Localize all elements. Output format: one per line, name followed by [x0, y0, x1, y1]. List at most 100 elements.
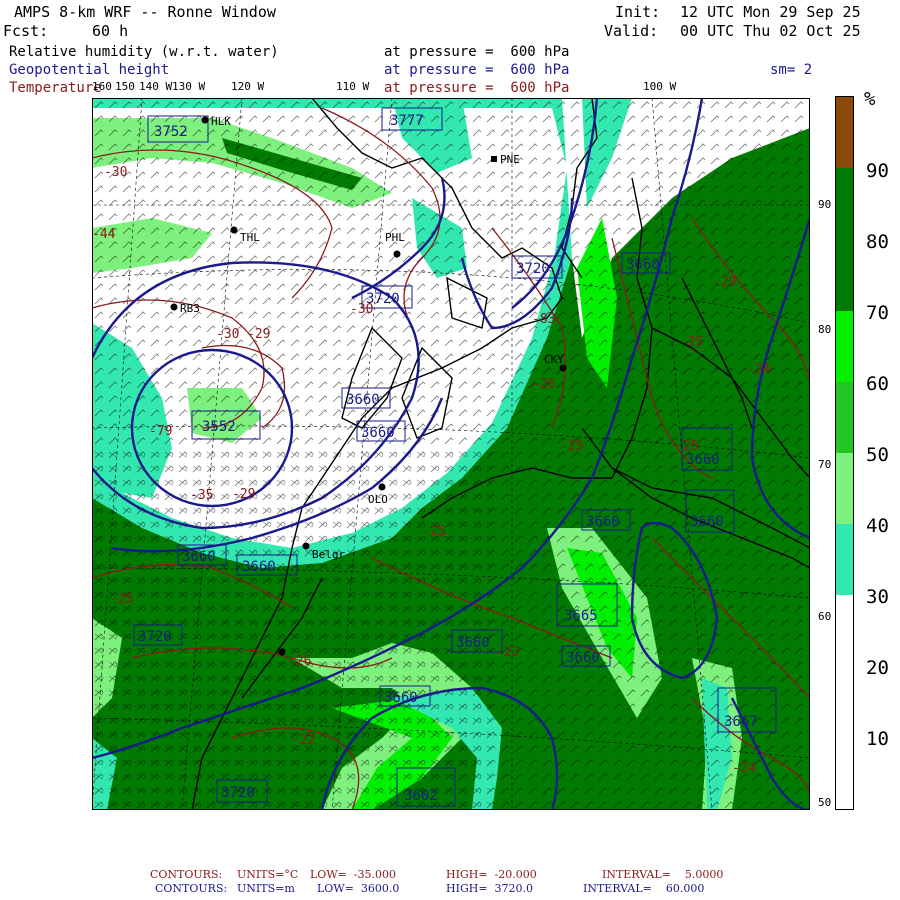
- height-label: 3660: [456, 635, 490, 651]
- station-label: CKY: [544, 353, 564, 366]
- station-label: OLO: [368, 493, 388, 506]
- footer-height-label: CONTOURS:: [155, 882, 228, 895]
- station-label: Belgr: [312, 548, 345, 561]
- footer-height-interval: INTERVAL= 60.000: [583, 882, 705, 895]
- smoothing-label: sm= 2: [770, 62, 813, 78]
- station-marker: [491, 156, 497, 162]
- colorbar-tick: 90: [866, 160, 889, 182]
- lon-label: 110 W: [336, 80, 370, 93]
- temp-label: -35: [190, 488, 213, 503]
- temp-label: -25: [110, 592, 133, 607]
- height-label: 3752: [154, 124, 188, 140]
- lon-label: 120 W: [231, 80, 265, 93]
- temp-label: -29: [232, 487, 255, 502]
- footer-height-high: HIGH= 3720.0: [446, 882, 534, 895]
- height-label: 3660: [686, 452, 720, 468]
- station-label: THL: [240, 231, 260, 244]
- temp-label: -44: [92, 227, 116, 242]
- height-label: 3660: [182, 549, 216, 565]
- station-marker: [170, 303, 178, 311]
- station-marker: [393, 250, 401, 258]
- station-label: PHL: [385, 231, 405, 244]
- lon-label: 100 W: [643, 80, 677, 93]
- colorbar-band: [836, 381, 853, 453]
- lon-label: 150: [115, 80, 135, 93]
- height-label: 3660: [346, 392, 380, 408]
- station-label: RB3: [180, 302, 200, 315]
- map-panel: 3752 3777 3720 3720 3660 3660 3552 3660 …: [92, 98, 810, 810]
- temp-label: -24: [747, 362, 771, 377]
- station-label: HLK: [211, 115, 231, 128]
- height-label: 3660: [690, 514, 724, 530]
- temp-label: -29: [247, 327, 270, 342]
- temp-label: -22: [496, 645, 519, 660]
- field-height-name: Geopotential height: [9, 62, 170, 78]
- temp-label: -25: [675, 439, 698, 454]
- colorbar-band: [836, 168, 853, 311]
- field-rh-name: Relative humidity (w.r.t. water): [9, 44, 279, 60]
- temp-label: -25: [680, 335, 703, 350]
- colorbar-tick: 80: [866, 231, 889, 253]
- field-temp-level: at pressure = 600 hPa: [384, 80, 570, 96]
- colorbar-tick: 60: [866, 373, 889, 395]
- colorbar-band: [836, 97, 853, 169]
- height-label: 3667: [724, 714, 758, 730]
- temp-label: -29: [713, 275, 736, 290]
- temp-label: -30: [350, 302, 373, 317]
- colorbar-unit: %: [864, 88, 876, 110]
- station-label: PNE: [500, 153, 520, 166]
- temp-label: -26: [532, 377, 555, 392]
- footer-temp-interval: INTERVAL= 5.0000: [602, 868, 724, 881]
- field-rh-level: at pressure = 600 hPa: [384, 44, 570, 60]
- temp-label: -24: [732, 761, 756, 776]
- temp-label: -22: [292, 733, 315, 748]
- temp-label: -26: [288, 654, 311, 669]
- valid-time: 00 UTC Thu 02 Oct 25: [680, 22, 861, 40]
- init-label: Init:: [615, 3, 661, 21]
- field-height-level: at pressure = 600 hPa: [384, 62, 570, 78]
- height-label: 3660: [242, 559, 276, 575]
- height-label: 3665: [564, 608, 598, 624]
- height-label: 3720: [138, 629, 172, 645]
- field-temp-name: Temperature: [9, 80, 102, 96]
- temp-label: -83: [532, 312, 555, 327]
- colorbar: [835, 96, 854, 810]
- lon-label: 130 W: [172, 80, 206, 93]
- init-time: 12 UTC Mon 29 Sep 25: [680, 3, 861, 21]
- height-label: 3660: [626, 257, 660, 273]
- colorbar-tick: 70: [866, 302, 889, 324]
- forecast-hours: 60 h: [92, 22, 129, 40]
- height-label: 3660: [361, 425, 395, 441]
- model-title: AMPS 8-km WRF -- Ronne Window: [14, 3, 276, 21]
- colorbar-tick: 40: [866, 515, 889, 537]
- height-label: 3720: [221, 785, 255, 801]
- colorbar-tick: 10: [866, 728, 889, 750]
- station-marker: [302, 542, 310, 550]
- height-label: 3660: [566, 650, 600, 666]
- temp-label: -79: [149, 424, 172, 439]
- valid-label: Valid:: [604, 22, 659, 40]
- footer-height-low: LOW= 3600.0: [317, 882, 400, 895]
- height-label: 3720: [516, 261, 550, 277]
- lon-label: 140 W: [139, 80, 173, 93]
- lon-label: 160: [92, 80, 112, 93]
- station-marker: [378, 483, 386, 491]
- temp-label: -30: [104, 165, 127, 180]
- colorbar-band: [836, 310, 853, 382]
- colorbar-tick: 50: [866, 444, 889, 466]
- forecast-label: Fcst:: [3, 22, 49, 40]
- temp-label: -25: [560, 439, 583, 454]
- station-marker: [278, 648, 286, 656]
- station-marker: [230, 226, 238, 234]
- colorbar-band: [836, 524, 853, 596]
- colorbar-band: [836, 595, 853, 809]
- map-svg: 3752 3777 3720 3720 3660 3660 3552 3660 …: [92, 98, 810, 810]
- height-label: 3777: [390, 113, 424, 129]
- station-marker: [201, 116, 209, 124]
- footer-temp-high: HIGH= -20.000: [446, 868, 537, 881]
- footer-temp-low: LOW= -35.000: [310, 868, 397, 881]
- height-label: 3660: [586, 514, 620, 530]
- colorbar-tick: 30: [866, 586, 889, 608]
- footer-height-units: UNITS=m: [237, 882, 295, 895]
- colorbar-band: [836, 453, 853, 525]
